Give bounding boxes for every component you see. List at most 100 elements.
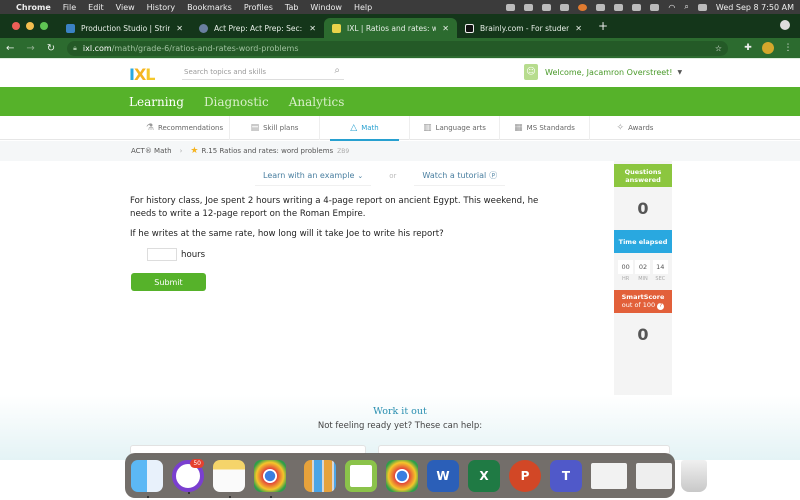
wifi-icon[interactable]: ◠: [668, 3, 675, 12]
act-prep-favicon-icon: [199, 23, 208, 33]
person-icon[interactable]: [614, 3, 624, 11]
answer-input[interactable]: [147, 248, 177, 261]
close-tab-icon[interactable]: ✕: [176, 24, 183, 33]
ixl-logo[interactable]: IXL: [129, 65, 156, 84]
mail-window-thumbnail[interactable]: [636, 462, 672, 489]
menu-app-name[interactable]: Chrome: [16, 3, 51, 12]
profile-avatar[interactable]: [762, 42, 774, 54]
notes-window-thumbnail[interactable]: [591, 462, 627, 489]
back-button[interactable]: ←: [6, 43, 14, 54]
nav-analytics[interactable]: Analytics: [289, 95, 345, 109]
question: For history class, Joe spent 2 hours wri…: [130, 195, 560, 249]
clock[interactable]: Wed Sep 8 7:50 AM: [716, 3, 794, 12]
subnav-language-arts[interactable]: ▥ Language arts: [410, 115, 500, 140]
powerpoint-icon[interactable]: P: [509, 459, 541, 492]
forward-button[interactable]: →: [26, 43, 34, 54]
lock-icon: 🔒︎: [73, 43, 77, 52]
search-placeholder: Search topics and skills: [184, 68, 266, 76]
self-service-icon[interactable]: [345, 459, 377, 492]
new-tab-button[interactable]: +: [598, 19, 608, 33]
tab-ixl[interactable]: IXL | Ratios and rates: word pro ✕: [324, 18, 457, 38]
subnav-skill-plans[interactable]: ▤ Skill plans: [230, 115, 320, 140]
question-prompt: If he writes at the same rate, how long …: [130, 229, 444, 239]
extensions-icon[interactable]: ✚: [742, 42, 754, 54]
chrome-menu-icon[interactable]: ⋮: [782, 42, 794, 54]
chrome-icon[interactable]: [254, 459, 286, 498]
search-input[interactable]: Search topics and skills ⌕: [182, 65, 344, 80]
battery-icon[interactable]: [650, 3, 660, 11]
user-icon: ☺: [524, 64, 538, 80]
nav-learning[interactable]: Learning: [129, 95, 184, 120]
onedrive-icon[interactable]: [524, 3, 534, 11]
subnav-recommendations[interactable]: ⚗ Recommendations: [140, 115, 230, 140]
menu-file[interactable]: File: [63, 3, 76, 12]
menu-help[interactable]: Help: [354, 3, 372, 12]
submit-button[interactable]: Submit: [131, 273, 206, 291]
shield-icon[interactable]: [560, 3, 570, 11]
teams-icon[interactable]: T: [550, 459, 582, 492]
running-indicator: [188, 491, 190, 494]
zoom-window-button[interactable]: [40, 22, 48, 30]
running-indicator: [270, 495, 272, 498]
tab-strimm[interactable]: Production Studio | Strimm TV ✕: [58, 18, 191, 38]
time-machine-icon[interactable]: [632, 3, 642, 11]
word-icon[interactable]: W: [427, 459, 459, 492]
menu-view[interactable]: View: [116, 3, 135, 12]
chrome-alt-icon[interactable]: [386, 459, 418, 492]
tab-brainly[interactable]: Brainly.com - For students. By ✕: [457, 18, 590, 38]
subnav-label: Math: [361, 123, 379, 132]
orange-app-icon[interactable]: [578, 3, 588, 11]
control-center-icon[interactable]: [697, 3, 707, 11]
close-tab-icon[interactable]: ✕: [442, 24, 449, 33]
close-tab-icon[interactable]: ✕: [575, 24, 582, 33]
address-bar[interactable]: 🔒︎ ixl.com/math/grade-6/ratios-and-rates…: [67, 40, 728, 56]
spark-mail-icon[interactable]: 50: [172, 458, 204, 494]
tab-act-prep[interactable]: Act Prep: Act Prep: Sec: 1, Per ✕: [191, 18, 324, 38]
timer-seconds-label: SEC: [655, 276, 666, 282]
ixl-favicon-icon: [332, 23, 341, 33]
close-tab-icon[interactable]: ✕: [309, 24, 316, 33]
tab-search-icon[interactable]: [780, 20, 790, 30]
browser-toolbar: ← → ↻ 🔒︎ ixl.com/math/grade-6/ratios-and…: [0, 38, 800, 58]
menu-history[interactable]: History: [147, 3, 175, 12]
gear-status-icon[interactable]: [596, 3, 606, 11]
cloud-sync-icon[interactable]: [506, 3, 516, 11]
menu-profiles[interactable]: Profiles: [244, 3, 273, 12]
reload-button[interactable]: ↻: [47, 43, 55, 54]
help-question-icon[interactable]: ?: [657, 303, 665, 310]
menu-tab[interactable]: Tab: [285, 3, 299, 12]
subnav-ms-standards[interactable]: ▦ MS Standards: [500, 115, 590, 140]
minimize-window-button[interactable]: [26, 22, 34, 30]
watch-tutorial-button[interactable]: Watch a tutorial ⓟ: [414, 166, 506, 186]
learn-with-example-button[interactable]: Learn with an example ⌄: [255, 166, 372, 186]
timer-hours: 00: [618, 260, 634, 274]
smartscore-value: 0: [637, 325, 649, 344]
launchpad-icon[interactable]: [304, 459, 336, 492]
menu-bookmarks[interactable]: Bookmarks: [187, 3, 232, 12]
timer-minutes: 02: [635, 260, 651, 274]
excel-icon[interactable]: X: [468, 459, 500, 492]
bookmark-star-icon[interactable]: ☆: [715, 44, 722, 53]
tab-title: Production Studio | Strimm TV: [81, 23, 170, 33]
finder-icon[interactable]: [131, 459, 163, 498]
recommendations-icon: ⚗: [145, 122, 154, 133]
menu-edit[interactable]: Edit: [88, 3, 104, 12]
search-icon[interactable]: ⌕: [334, 65, 340, 76]
strimm-favicon-icon: [66, 23, 75, 33]
watch-tutorial-label: Watch a tutorial: [422, 171, 487, 180]
macos-dock: 50 W X P T: [125, 453, 707, 498]
star-icon: ★: [190, 146, 199, 156]
headphones-icon[interactable]: [542, 3, 552, 11]
user-menu[interactable]: ☺ Welcome, Jacamron Overstreet! ▼: [524, 64, 682, 80]
trash-icon[interactable]: [681, 459, 707, 492]
timer-minutes-label: MIN: [638, 276, 648, 282]
breadcrumb-parent[interactable]: ACT® Math: [131, 147, 172, 155]
subnav-math[interactable]: △ Math: [320, 115, 410, 141]
subnav-awards[interactable]: ✧ Awards: [590, 116, 680, 140]
spotlight-icon[interactable]: ⌕: [684, 2, 688, 12]
menu-window[interactable]: Window: [310, 3, 342, 12]
nav-diagnostic[interactable]: Diagnostic: [204, 95, 269, 109]
notes-icon[interactable]: [213, 459, 245, 498]
close-window-button[interactable]: [12, 22, 20, 30]
main-nav: Learning Diagnostic Analytics: [0, 87, 800, 120]
